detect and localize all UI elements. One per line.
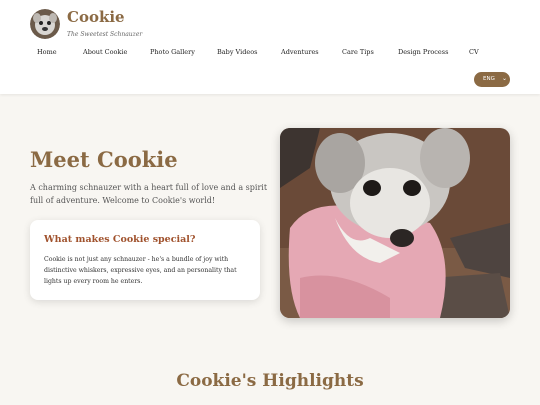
highlights-title: Cookie's Highlights	[176, 371, 364, 391]
nav-item-cv[interactable]: CV	[469, 48, 479, 56]
cookie-photo-image	[280, 128, 510, 318]
special-card-title: What makes Cookie special?	[44, 234, 196, 245]
main-nav: Home About Cookie Photo Gallery Baby Vid…	[0, 48, 540, 60]
language-select[interactable]: ENG ⌄	[474, 72, 510, 87]
nav-item-adventures[interactable]: Adventures	[281, 48, 319, 56]
cookie-photo	[280, 128, 510, 318]
hero-description: A charming schnauzer with a heart full o…	[30, 183, 268, 205]
nav-item-baby-videos[interactable]: Baby Videos	[217, 48, 257, 56]
hero-title: Meet Cookie	[30, 147, 178, 172]
chevron-down-icon: ⌄	[502, 75, 508, 82]
special-card-text: Cookie is not just any schnauzer - he's …	[44, 256, 237, 285]
site-title[interactable]: Cookie	[67, 8, 125, 26]
nav-item-home[interactable]: Home	[37, 48, 57, 56]
site-tagline: The Sweetest Schnauzer	[67, 31, 143, 38]
site-header: Cookie The Sweetest Schnauzer Home About…	[0, 0, 540, 94]
language-value: ENG	[483, 76, 495, 82]
nav-item-photo-gallery[interactable]: Photo Gallery	[150, 48, 195, 56]
nav-item-about[interactable]: About Cookie	[83, 48, 127, 56]
special-card: What makes Cookie special? Cookie is not…	[30, 220, 260, 300]
nav-item-design-process[interactable]: Design Process	[398, 48, 448, 56]
nav-item-care-tips[interactable]: Care Tips	[342, 48, 374, 56]
cookie-avatar-image	[30, 9, 60, 39]
avatar[interactable]	[30, 9, 60, 39]
